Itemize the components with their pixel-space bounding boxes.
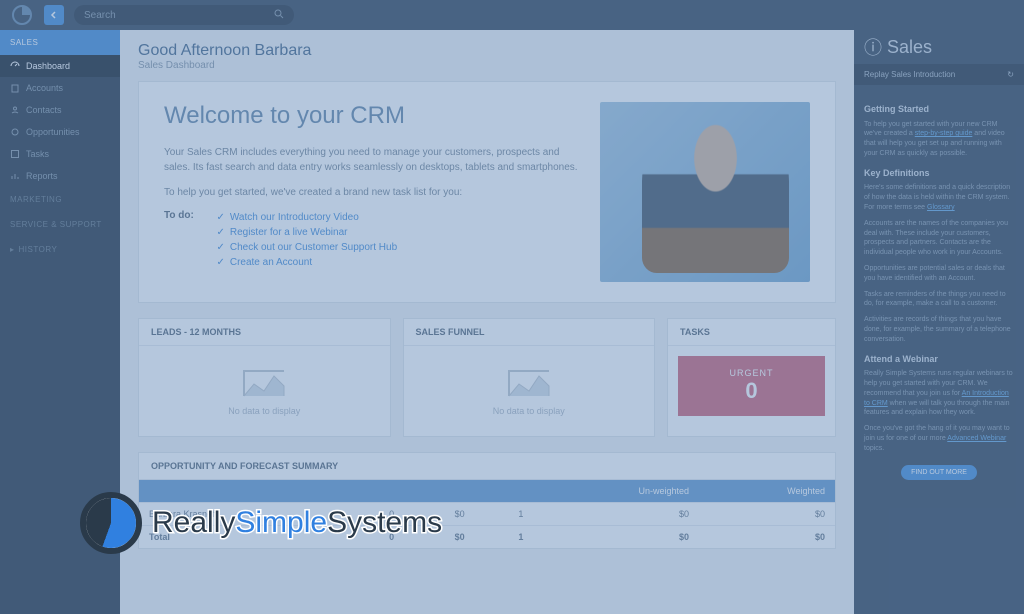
brand-watermark: ReallySimpleSystems bbox=[80, 492, 442, 554]
sidebar-item-reports[interactable]: Reports bbox=[0, 165, 120, 187]
app-logo-icon bbox=[10, 3, 34, 27]
chart-icon bbox=[10, 171, 20, 181]
sidebar-label: Reports bbox=[26, 171, 58, 181]
sidebar-section-sales[interactable]: SALES bbox=[0, 30, 120, 55]
no-data-text: No data to display bbox=[228, 406, 300, 416]
back-button[interactable] bbox=[44, 5, 64, 25]
welcome-title: Welcome to your CRM bbox=[164, 102, 580, 130]
sidebar-item-dashboard[interactable]: Dashboard bbox=[0, 55, 120, 77]
help-text: Opportunities are potential sales or dea… bbox=[864, 264, 1014, 284]
cell: $0 bbox=[699, 503, 835, 526]
widget-title: TASKS bbox=[668, 319, 835, 346]
todo-item[interactable]: ✓Create an Account bbox=[216, 255, 397, 270]
todo-item[interactable]: ✓Check out our Customer Support Hub bbox=[216, 240, 397, 255]
building-icon bbox=[10, 83, 20, 93]
sidebar-label: HISTORY bbox=[19, 245, 58, 254]
help-text: Really Simple Systems runs regular webin… bbox=[864, 369, 1014, 418]
todo-label: To do: bbox=[164, 210, 212, 221]
no-data-text: No data to display bbox=[493, 406, 565, 416]
cell: $0 bbox=[533, 526, 699, 549]
welcome-text-1: Your Sales CRM includes everything you n… bbox=[164, 145, 580, 175]
todo-item[interactable]: ✓Watch our Introductory Video bbox=[216, 210, 397, 225]
todo-item[interactable]: ✓Register for a live Webinar bbox=[216, 225, 397, 240]
replay-intro-button[interactable]: Replay Sales Introduction ↻ bbox=[854, 64, 1024, 85]
cell: 1 bbox=[475, 526, 534, 549]
chart-placeholder-icon bbox=[504, 366, 554, 401]
widget-title: OPPORTUNITY AND FORECAST SUMMARY bbox=[139, 453, 835, 480]
chart-placeholder-icon bbox=[239, 366, 289, 401]
widget-title: LEADS - 12 MONTHS bbox=[139, 319, 390, 346]
topbar: Search bbox=[0, 0, 1024, 30]
cell: 1 bbox=[475, 503, 534, 526]
replay-label: Replay Sales Introduction bbox=[864, 70, 955, 79]
widget-tasks: TASKS URGENT 0 bbox=[667, 318, 836, 437]
help-heading: Key Definitions bbox=[864, 167, 1014, 180]
dashboard-icon bbox=[10, 61, 20, 71]
widget-title: SALES FUNNEL bbox=[404, 319, 655, 346]
todo-text: Watch our Introductory Video bbox=[230, 212, 359, 223]
search-input[interactable]: Search bbox=[74, 5, 294, 25]
help-text: To help you get started with your new CR… bbox=[864, 120, 1014, 159]
todo-text: Create an Account bbox=[230, 257, 312, 268]
cell: $0 bbox=[533, 503, 699, 526]
sidebar-section-marketing[interactable]: MARKETING bbox=[0, 187, 120, 212]
sidebar-section-history[interactable]: ▸HISTORY bbox=[0, 237, 120, 262]
page-greeting: Good Afternoon Barbara bbox=[138, 42, 836, 60]
help-text: Accounts are the names of the companies … bbox=[864, 219, 1014, 258]
sidebar-item-tasks[interactable]: Tasks bbox=[0, 143, 120, 165]
help-heading: Attend a Webinar bbox=[864, 353, 1014, 366]
help-text: Activities are records of things that yo… bbox=[864, 315, 1014, 344]
sidebar-label: Dashboard bbox=[26, 61, 70, 71]
check-icon bbox=[10, 149, 20, 159]
sidebar-section-service[interactable]: SERVICE & SUPPORT bbox=[0, 212, 120, 237]
widget-funnel: SALES FUNNEL No data to display bbox=[403, 318, 656, 437]
sidebar-label: Tasks bbox=[26, 149, 49, 159]
sidebar-item-accounts[interactable]: Accounts bbox=[0, 77, 120, 99]
info-icon: ⓘ bbox=[864, 34, 882, 60]
target-icon bbox=[10, 127, 20, 137]
help-link[interactable]: Glossary bbox=[927, 204, 955, 211]
brand-text: ReallySimpleSystems bbox=[152, 506, 442, 540]
sidebar-label: Contacts bbox=[26, 105, 62, 115]
page-subtitle: Sales Dashboard bbox=[138, 60, 836, 71]
welcome-hero-image bbox=[600, 102, 810, 282]
help-panel: ⓘ Sales Replay Sales Introduction ↻ Gett… bbox=[854, 30, 1024, 614]
help-title-text: Sales bbox=[887, 37, 932, 58]
col-header[interactable]: Un-weighted bbox=[533, 480, 699, 503]
welcome-card: Welcome to your CRM Your Sales CRM inclu… bbox=[138, 81, 836, 303]
todo-list: ✓Watch our Introductory Video ✓Register … bbox=[216, 210, 397, 270]
urgent-tasks-tile[interactable]: URGENT 0 bbox=[678, 356, 825, 416]
cell: $0 bbox=[699, 526, 835, 549]
help-panel-title: ⓘ Sales bbox=[854, 30, 1024, 64]
urgent-label: URGENT bbox=[690, 368, 813, 378]
search-placeholder: Search bbox=[84, 10, 116, 21]
todo-text: Register for a live Webinar bbox=[230, 227, 348, 238]
urgent-count: 0 bbox=[690, 378, 813, 404]
todo-text: Check out our Customer Support Hub bbox=[230, 242, 397, 253]
sidebar-label: Accounts bbox=[26, 83, 63, 93]
help-heading: Getting Started bbox=[864, 103, 1014, 116]
welcome-text-2: To help you get started, we've created a… bbox=[164, 185, 580, 200]
brand-logo-icon bbox=[80, 492, 142, 554]
col-header[interactable] bbox=[475, 480, 534, 503]
col-header[interactable]: Weighted bbox=[699, 480, 835, 503]
sidebar-item-opportunities[interactable]: Opportunities bbox=[0, 121, 120, 143]
help-text: Here's some definitions and a quick desc… bbox=[864, 183, 1014, 212]
help-text: Once you've got the hang of it you may w… bbox=[864, 424, 1014, 453]
find-out-more-button[interactable]: FIND OUT MORE bbox=[901, 465, 977, 481]
refresh-icon: ↻ bbox=[1007, 70, 1014, 79]
widget-leads: LEADS - 12 MONTHS No data to display bbox=[138, 318, 391, 437]
sidebar-item-contacts[interactable]: Contacts bbox=[0, 99, 120, 121]
help-link[interactable]: Advanced Webinar bbox=[947, 435, 1006, 442]
search-icon bbox=[274, 9, 284, 22]
users-icon bbox=[10, 105, 20, 115]
help-link[interactable]: step-by-step guide bbox=[915, 130, 973, 137]
help-text: Tasks are reminders of the things you ne… bbox=[864, 290, 1014, 310]
sidebar-label: Opportunities bbox=[26, 127, 80, 137]
